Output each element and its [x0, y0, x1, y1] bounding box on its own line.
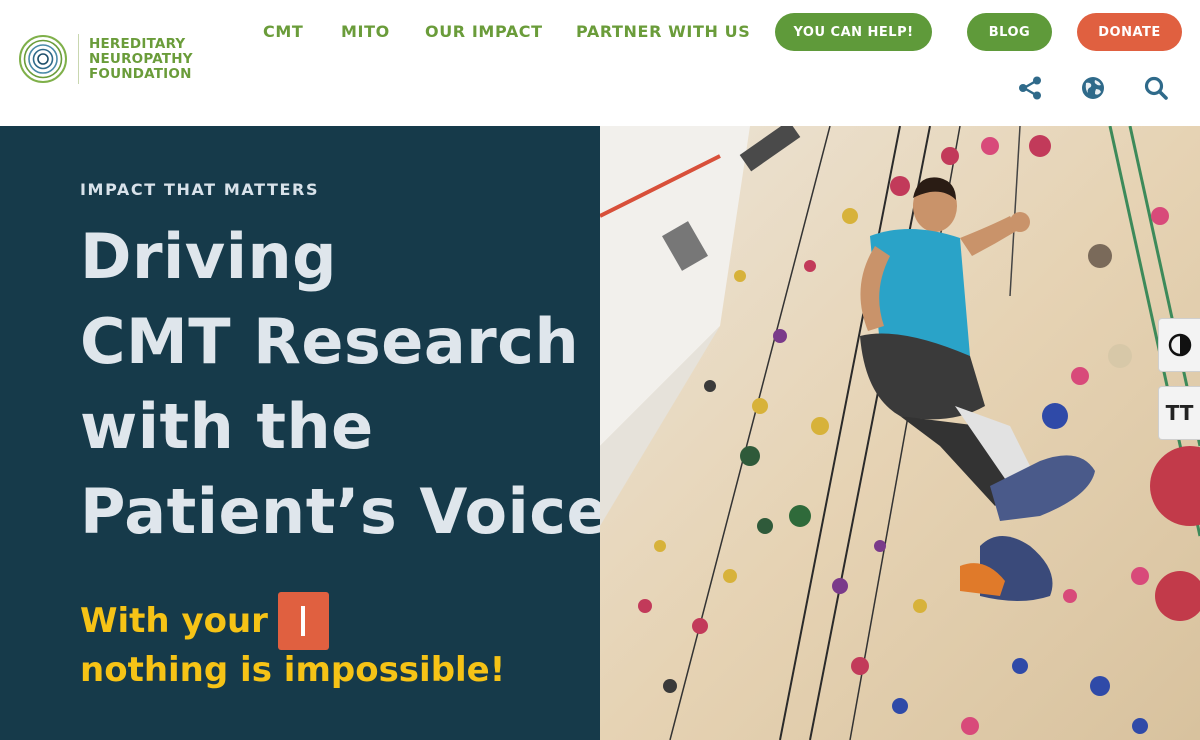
blog-button[interactable]: BLOG: [967, 13, 1052, 51]
nav-item-mito[interactable]: MITO: [341, 22, 390, 41]
hero-photo-illustration: [600, 126, 1200, 740]
nav-item-cmt[interactable]: CMT: [263, 22, 303, 41]
contrast-toggle-button[interactable]: [1158, 318, 1200, 372]
contrast-icon: [1168, 333, 1191, 357]
rock-climbing-wall-photo: [600, 126, 1200, 740]
hero-headline: Driving CMT Research with the Patient’s …: [80, 214, 610, 554]
text-size-button[interactable]: TT: [1158, 386, 1200, 440]
tagline-line-1: With your: [80, 592, 329, 650]
headline-line-4: Patient’s Voice: [80, 475, 610, 548]
logo-line-2: NEUROPATHY: [89, 50, 193, 67]
logo-divider: [78, 34, 79, 84]
nav-item-our-impact[interactable]: OUR IMPACT: [425, 22, 543, 41]
site-header: HEREDITARY NEUROPATHY FOUNDATION CMT MIT…: [0, 0, 1200, 126]
donate-button[interactable]: DONATE: [1077, 13, 1182, 51]
share-icon[interactable]: [1016, 74, 1044, 102]
you-can-help-button[interactable]: YOU CAN HELP!: [775, 13, 932, 51]
nav-item-partner-with-us[interactable]: PARTNER WITH US: [576, 22, 750, 41]
logo-line-1: HEREDITARY: [89, 35, 186, 52]
globe-icon[interactable]: [1079, 74, 1107, 102]
typing-cursor-box: [277, 592, 329, 650]
headline-line-3: with the: [80, 390, 374, 463]
text-size-icon: TT: [1165, 401, 1194, 425]
headline-line-2: CMT Research: [80, 305, 580, 378]
tagline-line-2: nothing is impossible!: [80, 650, 506, 690]
search-icon[interactable]: [1142, 74, 1170, 102]
hero-eyebrow: IMPACT THAT MATTERS: [80, 180, 320, 199]
tagline-start: With your: [80, 601, 268, 641]
text-cursor-icon: [301, 606, 306, 636]
foundation-logo[interactable]: HEREDITARY NEUROPATHY FOUNDATION: [18, 34, 193, 84]
logo-wordmark: HEREDITARY NEUROPATHY FOUNDATION: [89, 35, 193, 82]
headline-line-1: Driving: [80, 220, 337, 293]
concentric-rings-icon: [19, 35, 67, 83]
hero-text-panel: IMPACT THAT MATTERS Driving CMT Research…: [0, 126, 610, 740]
logo-line-3: FOUNDATION: [89, 65, 192, 82]
